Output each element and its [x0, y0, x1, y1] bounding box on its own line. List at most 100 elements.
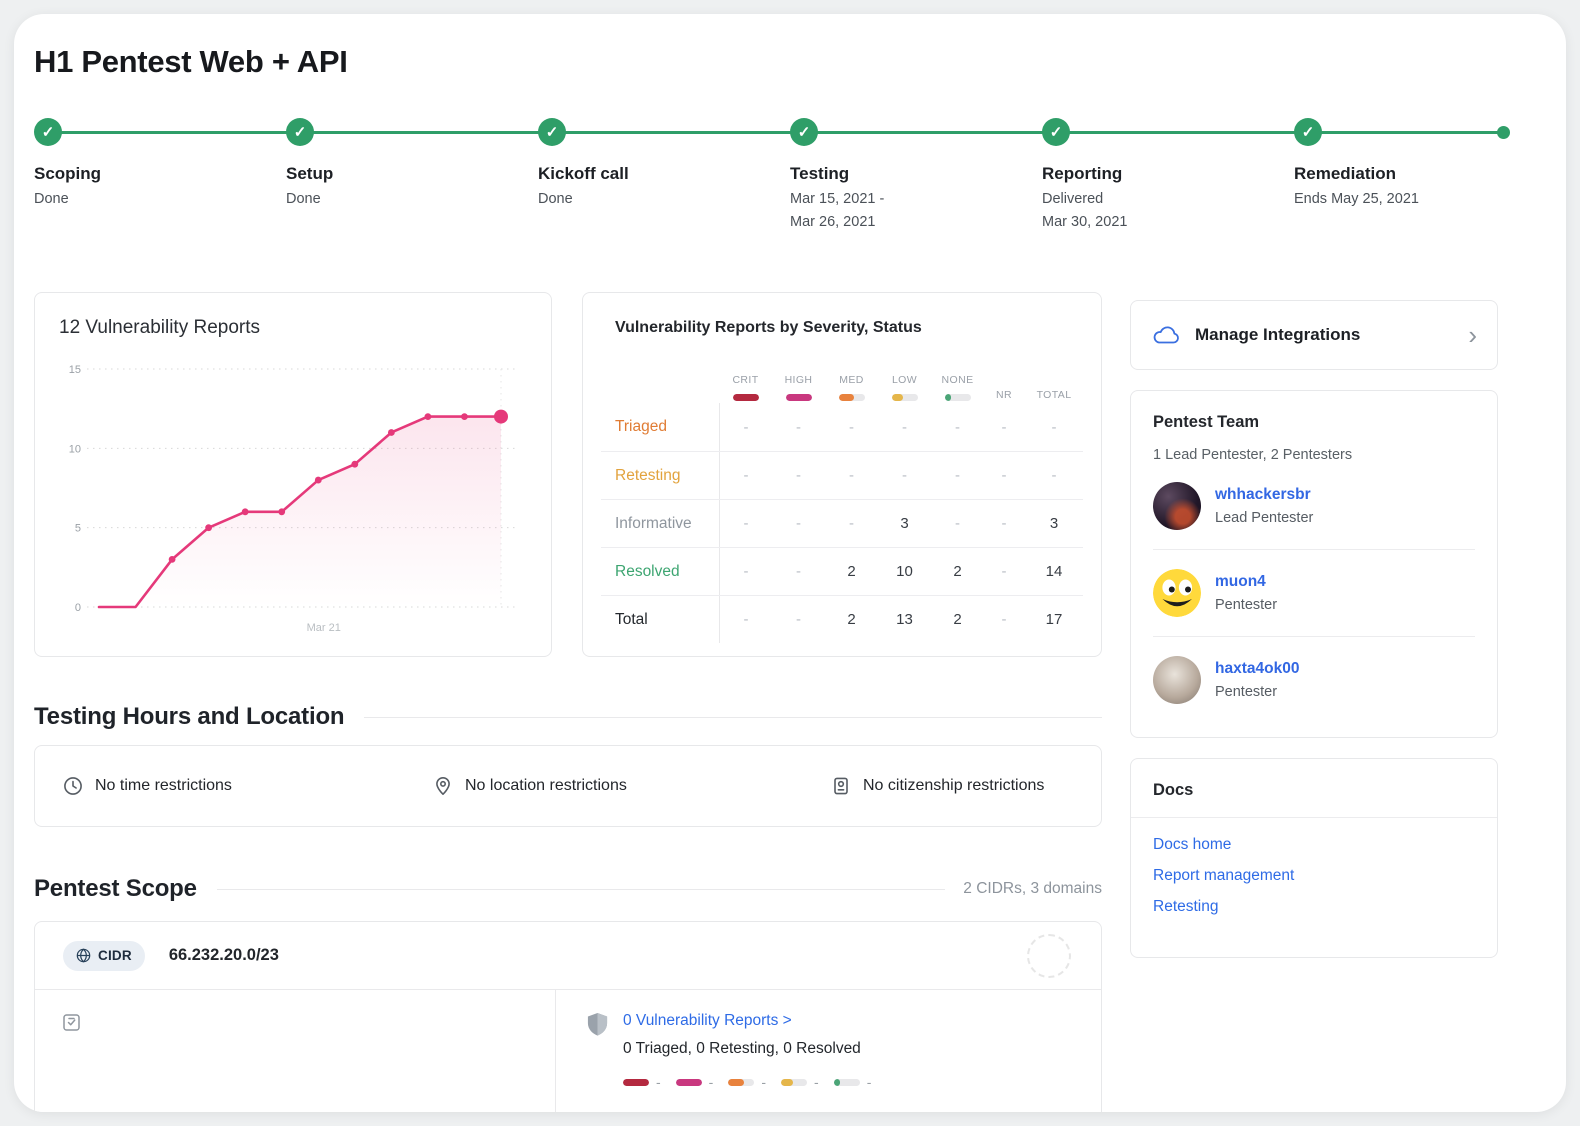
cell: -	[984, 452, 1024, 499]
divider	[217, 889, 946, 890]
severity-pill-none	[834, 1079, 860, 1086]
cell: 2	[825, 548, 878, 595]
timeline-step-testing: ✓ Testing Mar 15, 2021 - Mar 26, 2021	[790, 118, 1042, 230]
avatar-haxta4ok00[interactable]	[1153, 656, 1201, 704]
location-pin-icon	[433, 776, 453, 796]
scope-severity-crit: -	[623, 1074, 661, 1090]
scope-card: CIDR 66.232.20.0/23	[34, 921, 1102, 1112]
svg-text:5: 5	[75, 523, 81, 535]
severity-table-card: Vulnerability Reports by Severity, Statu…	[582, 292, 1102, 657]
testing-hours-heading: Testing Hours and Location	[34, 703, 344, 731]
docs-card: Docs Docs home Report management Retesti…	[1130, 758, 1498, 958]
cell: 13	[878, 596, 931, 643]
cell: -	[772, 548, 825, 595]
value: -	[867, 1074, 872, 1090]
member-role: Pentester	[1215, 597, 1277, 613]
step-sub: Done	[538, 191, 790, 207]
member-role: Pentester	[1215, 684, 1299, 700]
severity-col-none: NONE	[931, 359, 984, 403]
cell: 17	[1024, 596, 1084, 643]
svg-text:0: 0	[75, 602, 81, 614]
location-restriction-item: No location restrictions	[433, 776, 831, 796]
severity-row-triaged: Triaged-------	[601, 403, 1083, 451]
vuln-chart-svg: 051015Mar 21	[53, 339, 531, 651]
time-restriction-label: No time restrictions	[95, 777, 232, 795]
retesting-link[interactable]: Retesting	[1153, 898, 1475, 916]
vuln-reports-link[interactable]: 0 Vulnerability Reports >	[623, 1012, 871, 1030]
scope-summary: 2 CIDRs, 3 domains	[963, 880, 1102, 898]
step-label: Setup	[286, 164, 538, 184]
step-sub: Delivered	[1042, 191, 1294, 207]
restrictions-card: No time restrictions No location restric…	[34, 745, 1102, 827]
docs-home-link[interactable]: Docs home	[1153, 836, 1475, 854]
avatar-muon4[interactable]	[1153, 569, 1201, 617]
row-label: Informative	[601, 500, 719, 547]
cell: 3	[878, 500, 931, 547]
scope-asset-row[interactable]: CIDR 66.232.20.0/23	[35, 922, 1101, 990]
check-icon: ✓	[1042, 118, 1070, 146]
avatar-whhackersbr[interactable]	[1153, 482, 1201, 530]
timeline-step-scoping: ✓ Scoping Done	[34, 118, 286, 230]
chevron-right-icon[interactable]: ›	[1468, 322, 1477, 348]
cell: -	[825, 403, 878, 451]
cell: -	[878, 452, 931, 499]
cell: -	[984, 548, 1024, 595]
severity-col-low: LOW	[878, 359, 931, 403]
cloud-icon	[1151, 324, 1181, 346]
cell: -	[825, 500, 878, 547]
page-title: H1 Pentest Web + API	[34, 44, 1546, 80]
member-name-link[interactable]: whhackersbr	[1215, 486, 1313, 504]
cell: 10	[878, 548, 931, 595]
scope-severity-med: -	[728, 1074, 766, 1090]
pentest-scope-section-head: Pentest Scope 2 CIDRs, 3 domains	[34, 875, 1102, 903]
row-label: Total	[601, 596, 719, 643]
cell: -	[719, 548, 772, 595]
divider	[364, 717, 1102, 718]
cell: -	[719, 403, 772, 451]
step-sub: Mar 15, 2021 -	[790, 191, 1042, 207]
clock-icon	[63, 776, 83, 796]
severity-col-high: HIGH	[772, 359, 825, 403]
severity-col-nr: NR	[984, 359, 1024, 403]
cell: -	[772, 596, 825, 643]
severity-row-resolved: Resolved--2102-14	[601, 547, 1083, 595]
cell: -	[1024, 452, 1084, 499]
severity-row-informative: Informative---3--3	[601, 499, 1083, 547]
cell: 2	[931, 596, 984, 643]
check-icon: ✓	[1294, 118, 1322, 146]
team-member-row: whhackersbr Lead Pentester	[1153, 463, 1475, 549]
check-icon: ✓	[286, 118, 314, 146]
member-name-link[interactable]: muon4	[1215, 573, 1277, 591]
citizenship-restriction-label: No citizenship restrictions	[863, 777, 1044, 795]
cell: 14	[1024, 548, 1084, 595]
timeline: ✓ Scoping Done ✓ Setup Done ✓ Kickoff ca…	[34, 118, 1546, 246]
value: -	[761, 1074, 766, 1090]
severity-pill-low	[781, 1079, 807, 1086]
member-role: Lead Pentester	[1215, 510, 1313, 526]
member-name-link[interactable]: haxta4ok00	[1215, 660, 1299, 678]
timeline-steps: ✓ Scoping Done ✓ Setup Done ✓ Kickoff ca…	[34, 118, 1546, 230]
step-label: Scoping	[34, 164, 286, 184]
cell: -	[772, 452, 825, 499]
pentest-team-heading: Pentest Team	[1153, 413, 1475, 432]
cell: 3	[1024, 500, 1084, 547]
cell: -	[772, 403, 825, 451]
report-management-link[interactable]: Report management	[1153, 867, 1475, 885]
cell: -	[931, 452, 984, 499]
check-icon: ✓	[790, 118, 818, 146]
severity-col-med: MED	[825, 359, 878, 403]
vuln-reports-chart-card: 12 Vulnerability Reports 051015Mar 21	[34, 292, 552, 657]
shield-icon	[586, 1012, 609, 1112]
cell: -	[719, 500, 772, 547]
severity-pill-low	[892, 394, 918, 401]
time-restriction-item: No time restrictions	[63, 776, 433, 796]
cell: -	[772, 500, 825, 547]
manage-integrations-card[interactable]: Manage Integrations ›	[1130, 300, 1498, 370]
step-label: Kickoff call	[538, 164, 790, 184]
docs-heading: Docs	[1153, 781, 1475, 800]
severity-pill-none	[945, 394, 971, 401]
timeline-step-kickoff: ✓ Kickoff call Done	[538, 118, 790, 230]
cidr-badge-label: CIDR	[98, 948, 132, 963]
scope-severity-low: -	[781, 1074, 819, 1090]
divider	[1131, 817, 1497, 818]
